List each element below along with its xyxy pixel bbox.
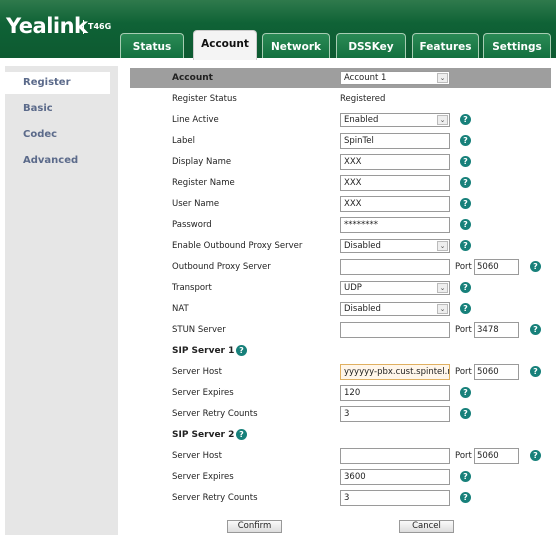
password-input[interactable]: ******** (340, 217, 450, 233)
display-name-input[interactable]: XXX (340, 154, 450, 170)
line-active-select[interactable]: Enabled ⌄ (340, 113, 450, 127)
port-input[interactable]: 5060 (474, 259, 519, 275)
server-expires-label: Server Expires (172, 388, 234, 398)
server-host-input[interactable]: yyyyyy-pbx.cust.spintel.net.au (340, 364, 450, 380)
outbound-proxy-server-input[interactable] (340, 259, 450, 275)
outbound-proxy-server-label: Outbound Proxy Server (172, 262, 271, 272)
server-host-label: Server Host (172, 451, 222, 461)
nat-value: Disabled (344, 304, 381, 314)
tab-features[interactable]: Features (412, 33, 479, 58)
chevron-down-icon[interactable]: ⌄ (437, 115, 448, 125)
line-active-label: Line Active (172, 115, 219, 125)
server-expires-input[interactable]: 120 (340, 385, 450, 401)
server-retry-counts-input[interactable]: 3 (340, 406, 450, 422)
port-input[interactable]: 3478 (474, 322, 519, 338)
stun-server-input[interactable] (340, 322, 450, 338)
register-status-value: Registered (340, 94, 386, 104)
chevron-down-icon[interactable]: ⌄ (437, 73, 448, 83)
tab-network[interactable]: Network (262, 33, 330, 58)
password-label: Password (172, 220, 212, 230)
help-icon[interactable]: ? (460, 240, 471, 251)
register-name-input[interactable]: XXX (340, 175, 450, 191)
server-host-label: Server Host (172, 367, 222, 377)
tab-settings[interactable]: Settings (483, 33, 551, 58)
help-icon[interactable]: ? (460, 492, 471, 503)
model-label: T46G (83, 20, 111, 34)
register-name-label: Register Name (172, 178, 235, 188)
help-icon[interactable]: ? (460, 219, 471, 230)
label-input[interactable]: SpinTel (340, 133, 450, 149)
cancel-button[interactable]: Cancel (399, 520, 454, 533)
yealink-logo: Yealink (6, 14, 88, 38)
server-host-input[interactable] (340, 448, 450, 464)
help-icon[interactable]: ? (460, 471, 471, 482)
sip-server-1-label: SIP Server 1 (172, 346, 235, 356)
sidebar: Register Basic Codec Advanced (5, 66, 118, 535)
help-icon[interactable]: ? (236, 345, 247, 356)
server-expires-input[interactable]: 3600 (340, 469, 450, 485)
user-name-input[interactable]: XXX (340, 196, 450, 212)
enable-outbound-proxy-server-select[interactable]: Disabled ⌄ (340, 239, 450, 253)
port-label: Port (455, 367, 472, 377)
server-retry-counts-input[interactable]: 3 (340, 490, 450, 506)
sip-server-2-label: SIP Server 2 (172, 430, 235, 440)
help-icon[interactable]: ? (460, 198, 471, 209)
line-active-value: Enabled (344, 115, 379, 125)
help-icon[interactable]: ? (530, 366, 541, 377)
nat-select[interactable]: Disabled ⌄ (340, 302, 450, 316)
enable-outbound-proxy-server-label: Enable Outbound Proxy Server (172, 241, 303, 251)
help-icon[interactable]: ? (460, 135, 471, 146)
port-label: Port (455, 325, 472, 335)
chevron-down-icon[interactable]: ⌄ (437, 304, 448, 314)
port-label: Port (455, 262, 472, 272)
help-icon[interactable]: ? (460, 282, 471, 293)
help-icon[interactable]: ? (460, 387, 471, 398)
sidebar-item-codec[interactable]: Codec (5, 124, 110, 146)
chevron-down-icon[interactable]: ⌄ (437, 241, 448, 251)
port-input[interactable]: 5060 (474, 448, 519, 464)
sidebar-item-basic[interactable]: Basic (5, 98, 110, 120)
transport-select[interactable]: UDP ⌄ (340, 281, 450, 295)
sidebar-item-advanced[interactable]: Advanced (5, 150, 110, 172)
account-label: Account (172, 73, 213, 83)
help-icon[interactable]: ? (460, 303, 471, 314)
chevron-down-icon[interactable]: ⌄ (437, 283, 448, 293)
help-icon[interactable]: ? (460, 408, 471, 419)
register-status-label: Register Status (172, 94, 237, 104)
stun-server-label: STUN Server (172, 325, 226, 335)
help-icon[interactable]: ? (236, 429, 247, 440)
tab-status[interactable]: Status (120, 33, 184, 58)
sidebar-item-register[interactable]: Register (5, 72, 110, 94)
display-name-label: Display Name (172, 157, 232, 167)
port-label: Port (455, 451, 472, 461)
confirm-button[interactable]: Confirm (227, 520, 282, 533)
server-retry-counts-label: Server Retry Counts (172, 493, 258, 503)
account-select[interactable]: Account 1 ⌄ (340, 71, 450, 85)
transport-label: Transport (172, 283, 212, 293)
user-name-label: User Name (172, 199, 220, 209)
transport-value: UDP (344, 283, 362, 293)
help-icon[interactable]: ? (460, 177, 471, 188)
help-icon[interactable]: ? (460, 114, 471, 125)
server-retry-counts-label: Server Retry Counts (172, 409, 258, 419)
help-icon[interactable]: ? (530, 450, 541, 461)
enable-outbound-proxy-server-value: Disabled (344, 241, 381, 251)
tab-dsskey[interactable]: DSSKey (336, 33, 406, 58)
port-input[interactable]: 5060 (474, 364, 519, 380)
help-icon[interactable]: ? (530, 324, 541, 335)
account-value: Account 1 (344, 73, 387, 83)
nat-label: NAT (172, 304, 189, 314)
help-icon[interactable]: ? (460, 156, 471, 167)
help-icon[interactable]: ? (530, 261, 541, 272)
label-label: Label (172, 136, 195, 146)
tab-account[interactable]: Account (193, 30, 257, 60)
server-expires-label: Server Expires (172, 472, 234, 482)
